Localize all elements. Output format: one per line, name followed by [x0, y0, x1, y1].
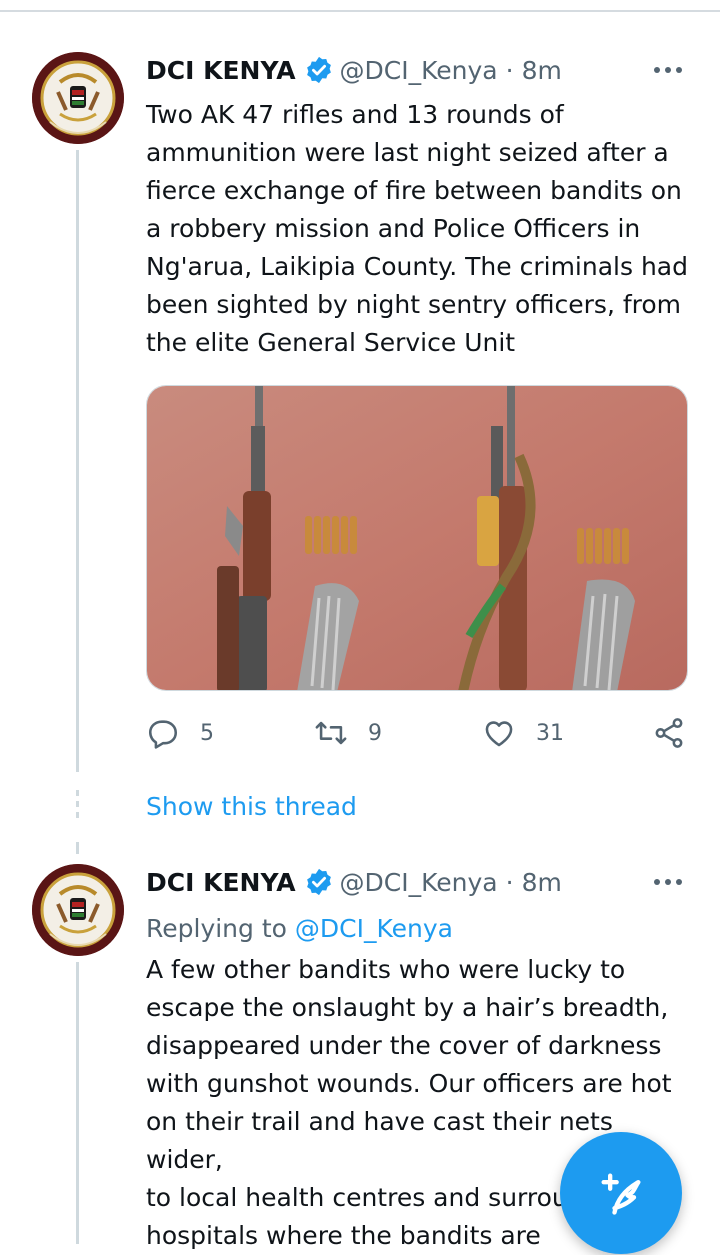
tweet-text-line: a robbery mission and Police Officers in [146, 214, 641, 243]
replying-to-label: Replying to [146, 914, 287, 943]
thread-connector [76, 842, 79, 854]
handle[interactable]: @DCI_Kenya [340, 56, 498, 85]
compose-icon [601, 1173, 641, 1215]
like-count: 31 [536, 720, 564, 746]
avatar[interactable] [32, 864, 124, 956]
handle[interactable]: @DCI_Kenya [340, 868, 498, 897]
more-icon[interactable] [654, 52, 682, 88]
replying-to-handle[interactable]: @DCI_Kenya [295, 914, 453, 943]
timestamp[interactable]: 8m [522, 868, 562, 897]
share-button[interactable] [652, 713, 686, 753]
top-divider [0, 10, 720, 12]
police-emblem-icon [32, 52, 124, 144]
police-emblem-icon [32, 864, 124, 956]
tweet-text: Two AK 47 rifles and 13 rounds of ammuni… [146, 96, 694, 362]
tweet-text-line: fierce exchange of fire between bandits … [146, 176, 682, 205]
tweet-text-line: the elite General Service Unit [146, 328, 516, 357]
verified-icon [306, 56, 331, 84]
more-icon[interactable] [654, 864, 682, 900]
replying-to: Replying to @DCI_Kenya [146, 910, 453, 948]
verified-icon [306, 868, 331, 896]
retweet-icon [315, 721, 347, 745]
compose-tweet-button[interactable] [560, 1132, 682, 1254]
avatar[interactable] [32, 52, 124, 144]
tweet-text-line: escape the onslaught by a hair’s breadth… [146, 993, 669, 1022]
separator: · [505, 55, 514, 85]
tweet-text-line: Ng'arua, Laikipia County. The criminals … [146, 252, 688, 281]
like-button[interactable]: 31 [482, 713, 564, 753]
thread-connector [76, 962, 79, 1244]
tweet-text-line: with gunshot wounds. Our officers are ho… [146, 1069, 672, 1098]
seized-rifles-photo [147, 386, 687, 690]
separator: · [505, 867, 514, 897]
reply-button[interactable]: 5 [146, 713, 214, 753]
timestamp[interactable]: 8m [522, 56, 562, 85]
reply-count: 5 [200, 720, 214, 746]
tweet-header: DCI KENYA @DCI_Kenya · 8m [146, 52, 562, 88]
tweet-text-line: ammunition were last night seized after … [146, 138, 669, 167]
tweet-text-line: Two AK 47 rifles and 13 rounds of [146, 100, 564, 129]
tweet-text-line: been sighted by night sentry officers, f… [146, 290, 682, 319]
retweet-button[interactable]: 9 [314, 713, 382, 753]
tweet-text-line: A few other bandits who were lucky to [146, 955, 626, 984]
tweet-header: DCI KENYA @DCI_Kenya · 8m [146, 864, 562, 900]
show-thread-link[interactable]: Show this thread [146, 788, 357, 826]
tweet-actions: 5 9 31 [0, 713, 720, 753]
display-name[interactable]: DCI KENYA [146, 868, 296, 897]
tweet-photo[interactable] [146, 385, 688, 691]
tweet-text-line: disappeared under the cover of darkness [146, 1031, 662, 1060]
thread-gap-dots [76, 790, 79, 823]
like-icon [485, 721, 513, 747]
retweet-count: 9 [368, 720, 382, 746]
display-name[interactable]: DCI KENYA [146, 56, 296, 85]
reply-icon [148, 720, 178, 749]
thread-connector [76, 150, 79, 772]
share-icon [655, 718, 683, 748]
